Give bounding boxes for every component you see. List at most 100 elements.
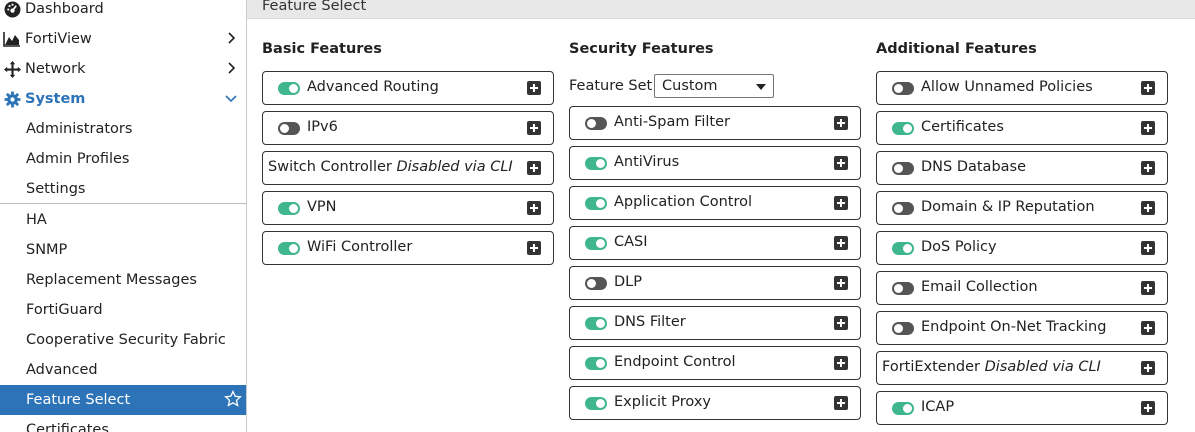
sidebar-item-feature-select[interactable]: Feature Select xyxy=(0,385,246,415)
star-icon[interactable] xyxy=(224,390,242,408)
sidebar-item-settings[interactable]: Settings xyxy=(0,174,246,204)
toggle-switch[interactable] xyxy=(585,117,607,130)
disabled-note: Disabled via CLI xyxy=(984,359,1101,375)
feature-label: Domain & IP Reputation xyxy=(921,199,1095,215)
nav-system[interactable]: System xyxy=(0,84,246,114)
expand-plus-icon[interactable] xyxy=(834,236,848,250)
feature-label: Application Control xyxy=(614,194,753,210)
feature-name: Switch Controller xyxy=(268,159,392,175)
expand-plus-icon[interactable] xyxy=(527,201,541,215)
gear-icon xyxy=(3,90,21,108)
dropdown-caret-icon xyxy=(756,84,766,90)
expand-plus-icon[interactable] xyxy=(834,316,848,330)
feature-row-email-collection: Email Collection xyxy=(876,271,1168,305)
feature-row-advanced-routing: Advanced Routing xyxy=(262,71,554,105)
nav-dashboard[interactable]: Dashboard xyxy=(0,0,246,24)
sidebar-item-advanced[interactable]: Advanced xyxy=(0,355,246,385)
feature-row-domain-and-ip-reputation: Domain & IP Reputation xyxy=(876,191,1168,225)
feature-label: Allow Unnamed Policies xyxy=(921,79,1093,95)
toggle-switch[interactable] xyxy=(585,157,607,170)
expand-plus-icon[interactable] xyxy=(1141,401,1155,415)
sidebar-item-ha[interactable]: HA xyxy=(0,205,246,235)
feature-row-icap: ICAP xyxy=(876,391,1168,425)
nav-system-label: System xyxy=(25,91,86,107)
sidebar-item-administrators[interactable]: Administrators xyxy=(0,114,246,144)
expand-plus-icon[interactable] xyxy=(834,276,848,290)
toggle-switch[interactable] xyxy=(585,197,607,210)
expand-plus-icon[interactable] xyxy=(1141,121,1155,135)
sidebar-item-label: Certificates xyxy=(26,422,109,432)
expand-plus-icon[interactable] xyxy=(527,81,541,95)
toggle-switch[interactable] xyxy=(892,322,914,335)
feature-row-application-control: Application Control xyxy=(569,186,861,220)
nav-dashboard-label: Dashboard xyxy=(25,1,104,17)
nav-fortiview[interactable]: FortiView xyxy=(0,24,246,54)
toggle-switch[interactable] xyxy=(585,397,607,410)
expand-plus-icon[interactable] xyxy=(527,161,541,175)
expand-plus-icon[interactable] xyxy=(1141,281,1155,295)
sidebar-item-certificates[interactable]: Certificates xyxy=(0,415,246,432)
expand-plus-icon[interactable] xyxy=(1141,361,1155,375)
toggle-switch[interactable] xyxy=(892,282,914,295)
feature-row-vpn: VPN xyxy=(262,191,554,225)
feature-row-wifi-controller: WiFi Controller xyxy=(262,231,554,265)
feature-row-antivirus: AntiVirus xyxy=(569,146,861,180)
sidebar-item-cooperative-security-fabric[interactable]: Cooperative Security Fabric xyxy=(0,325,246,355)
main-content: Feature Select Basic Features Advanced R… xyxy=(247,0,1195,432)
toggle-switch[interactable] xyxy=(892,242,914,255)
feature-set-value: Custom xyxy=(662,78,718,94)
feature-row-certificates: Certificates xyxy=(876,111,1168,145)
sidebar-item-label: FortiGuard xyxy=(26,302,103,318)
fortiview-icon xyxy=(3,30,21,48)
expand-plus-icon[interactable] xyxy=(1141,241,1155,255)
expand-plus-icon[interactable] xyxy=(1141,201,1155,215)
expand-plus-icon[interactable] xyxy=(834,116,848,130)
feature-row-fortiextender: FortiExtender Disabled via CLI xyxy=(876,351,1168,385)
expand-plus-icon[interactable] xyxy=(834,196,848,210)
sidebar-item-admin-profiles[interactable]: Admin Profiles xyxy=(0,144,246,174)
expand-plus-icon[interactable] xyxy=(834,356,848,370)
dashboard-icon xyxy=(3,0,21,18)
toggle-switch[interactable] xyxy=(892,202,914,215)
chevron-right-icon xyxy=(228,62,236,74)
feature-label: FortiExtender Disabled via CLI xyxy=(882,359,1101,375)
feature-set-label: Feature Set: xyxy=(569,78,658,94)
nav-network[interactable]: Network xyxy=(0,54,246,84)
feature-row-dlp: DLP xyxy=(569,266,861,300)
expand-plus-icon[interactable] xyxy=(1141,161,1155,175)
toggle-switch[interactable] xyxy=(278,242,300,255)
toggle-switch[interactable] xyxy=(278,122,300,135)
feature-label: DNS Database xyxy=(921,159,1027,175)
expand-plus-icon[interactable] xyxy=(1141,81,1155,95)
expand-plus-icon[interactable] xyxy=(527,241,541,255)
sidebar-item-label: Administrators xyxy=(26,121,133,137)
toggle-switch[interactable] xyxy=(585,317,607,330)
toggle-switch[interactable] xyxy=(585,237,607,250)
sidebar-item-replacement-messages[interactable]: Replacement Messages xyxy=(0,265,246,295)
expand-plus-icon[interactable] xyxy=(834,156,848,170)
expand-plus-icon[interactable] xyxy=(527,121,541,135)
toggle-switch[interactable] xyxy=(585,357,607,370)
toggle-switch[interactable] xyxy=(892,82,914,95)
feature-label: Email Collection xyxy=(921,279,1038,295)
sidebar-item-label: Cooperative Security Fabric xyxy=(26,332,226,348)
feature-label: Advanced Routing xyxy=(307,79,439,95)
feature-row-allow-unnamed-policies: Allow Unnamed Policies xyxy=(876,71,1168,105)
sidebar-item-snmp[interactable]: SNMP xyxy=(0,235,246,265)
expand-plus-icon[interactable] xyxy=(1141,321,1155,335)
feature-label: Certificates xyxy=(921,119,1004,135)
expand-plus-icon[interactable] xyxy=(834,396,848,410)
toggle-switch[interactable] xyxy=(892,162,914,175)
chevron-right-icon xyxy=(228,32,236,44)
sidebar-item-fortiguard[interactable]: FortiGuard xyxy=(0,295,246,325)
toggle-switch[interactable] xyxy=(278,202,300,215)
toggle-switch[interactable] xyxy=(892,122,914,135)
feature-set-select[interactable]: Custom xyxy=(654,74,774,98)
security-features-title: Security Features xyxy=(569,41,714,57)
toggle-switch[interactable] xyxy=(585,277,607,290)
toggle-switch[interactable] xyxy=(278,82,300,95)
toggle-switch[interactable] xyxy=(892,402,914,415)
divider xyxy=(0,203,246,204)
feature-row-dos-policy: DoS Policy xyxy=(876,231,1168,265)
feature-label: AntiVirus xyxy=(614,154,680,170)
